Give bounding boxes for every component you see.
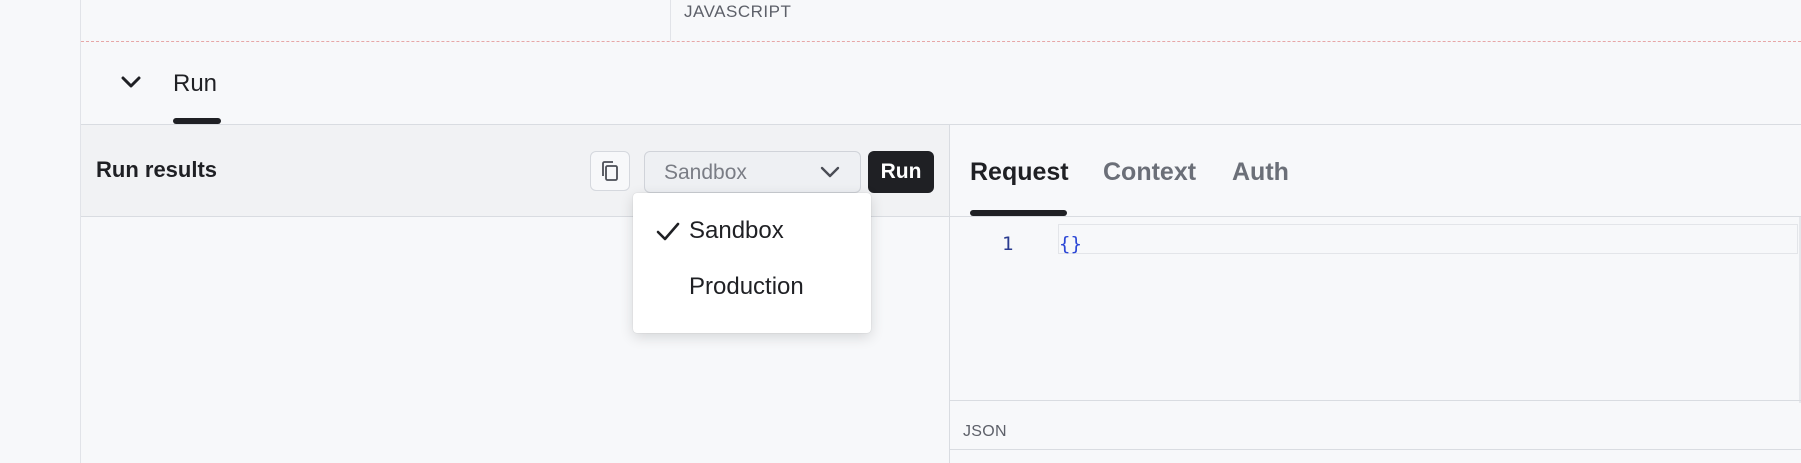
environment-dropdown-menu: Sandbox Production [633, 193, 871, 333]
checkmark-icon [656, 222, 680, 241]
dropdown-option-label: Production [689, 273, 804, 300]
chevron-down-icon[interactable] [119, 74, 143, 90]
code-text: {} [1059, 233, 1082, 255]
active-tab-indicator [970, 210, 1067, 216]
dropdown-option-sandbox[interactable]: Sandbox [633, 205, 871, 257]
language-label: JAVASCRIPT [684, 2, 792, 21]
line-number: 1 [1002, 233, 1014, 255]
dropdown-option-label: Sandbox [689, 217, 784, 244]
left-gutter [0, 0, 81, 463]
environment-select-value: Sandbox [664, 161, 747, 184]
tab-context[interactable]: Context [1103, 158, 1196, 187]
environment-select[interactable]: Sandbox [644, 151, 861, 193]
run-section-header: Run [81, 42, 1801, 125]
tab-request[interactable]: Request [970, 158, 1069, 187]
run-button[interactable]: Run [868, 151, 934, 193]
vertical-divider [670, 0, 671, 41]
editor-footer: JSON [950, 400, 1801, 450]
request-panel: Request Context Auth 1 {} JSON [949, 125, 1801, 463]
run-results-title: Run results [96, 157, 218, 182]
active-tab-indicator [173, 118, 221, 124]
format-label: JSON [963, 423, 1007, 440]
dropdown-option-production[interactable]: Production [633, 261, 871, 313]
code-editor[interactable]: 1 {} [950, 217, 1801, 403]
copy-button[interactable] [590, 151, 630, 191]
request-tabs: Request Context Auth [950, 125, 1801, 217]
tab-auth[interactable]: Auth [1232, 158, 1289, 187]
copy-icon [602, 161, 618, 181]
code-toolbar-strip: JAVASCRIPT [81, 0, 1801, 42]
tab-run[interactable]: Run [173, 70, 217, 98]
chevron-down-icon [820, 166, 840, 178]
active-code-line[interactable]: {} [1058, 224, 1798, 255]
